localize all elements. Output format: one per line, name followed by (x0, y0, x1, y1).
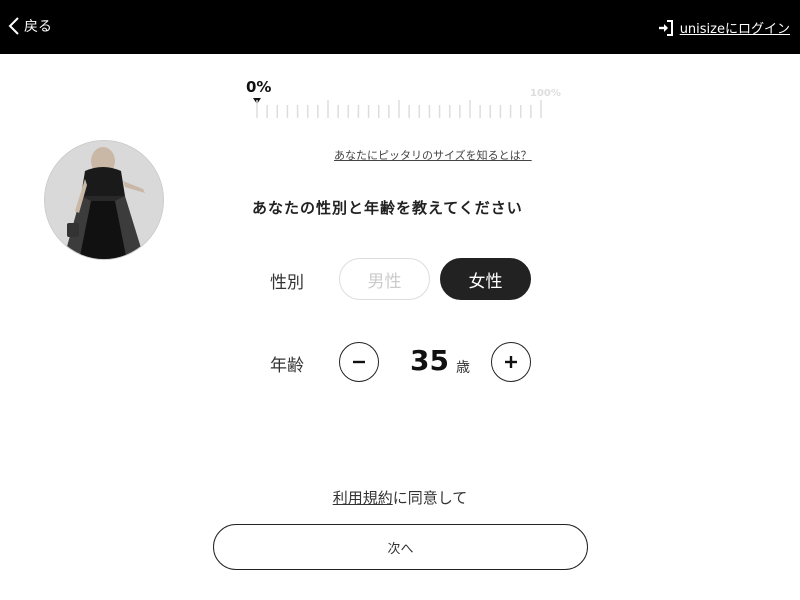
progress-max-label: 100% (530, 88, 561, 99)
minus-icon (353, 360, 365, 364)
login-link[interactable]: unisizeにログイン (658, 18, 790, 37)
sign-in-icon (658, 19, 673, 36)
back-button[interactable]: 戻る (8, 16, 52, 36)
progress-scale (256, 100, 542, 118)
gender-label: 性別 (270, 273, 304, 293)
terms-suffix: に同意して (392, 489, 468, 507)
gender-option-female[interactable]: 女性 (440, 258, 531, 300)
chevron-left-icon (8, 17, 19, 35)
age-label: 年齢 (270, 356, 304, 376)
size-help-link[interactable]: あなたにピッタリのサイズを知るとは？ (334, 147, 532, 163)
age-decrement-button[interactable] (339, 342, 379, 382)
product-image (44, 140, 164, 260)
top-bar: 戻る unisizeにログイン (0, 0, 800, 54)
age-increment-button[interactable] (491, 342, 531, 382)
login-label: unisizeにログイン (679, 22, 790, 37)
dress-image (45, 141, 163, 259)
progress-indicator: 0% 100% (246, 78, 566, 123)
plus-icon (505, 356, 517, 368)
next-button[interactable]: 次へ (213, 524, 588, 570)
progress-current-label: 0% (246, 78, 272, 96)
gender-option-male[interactable]: 男性 (339, 258, 430, 300)
terms-link[interactable]: 利用規約 (333, 489, 393, 507)
age-value: 35 (410, 344, 449, 377)
question-heading: あなたの性別と年齢を教えてください (252, 199, 523, 217)
terms-agreement: 利用規約に同意して (0, 487, 800, 508)
age-unit: 歳 (456, 360, 470, 376)
back-label: 戻る (24, 19, 52, 35)
